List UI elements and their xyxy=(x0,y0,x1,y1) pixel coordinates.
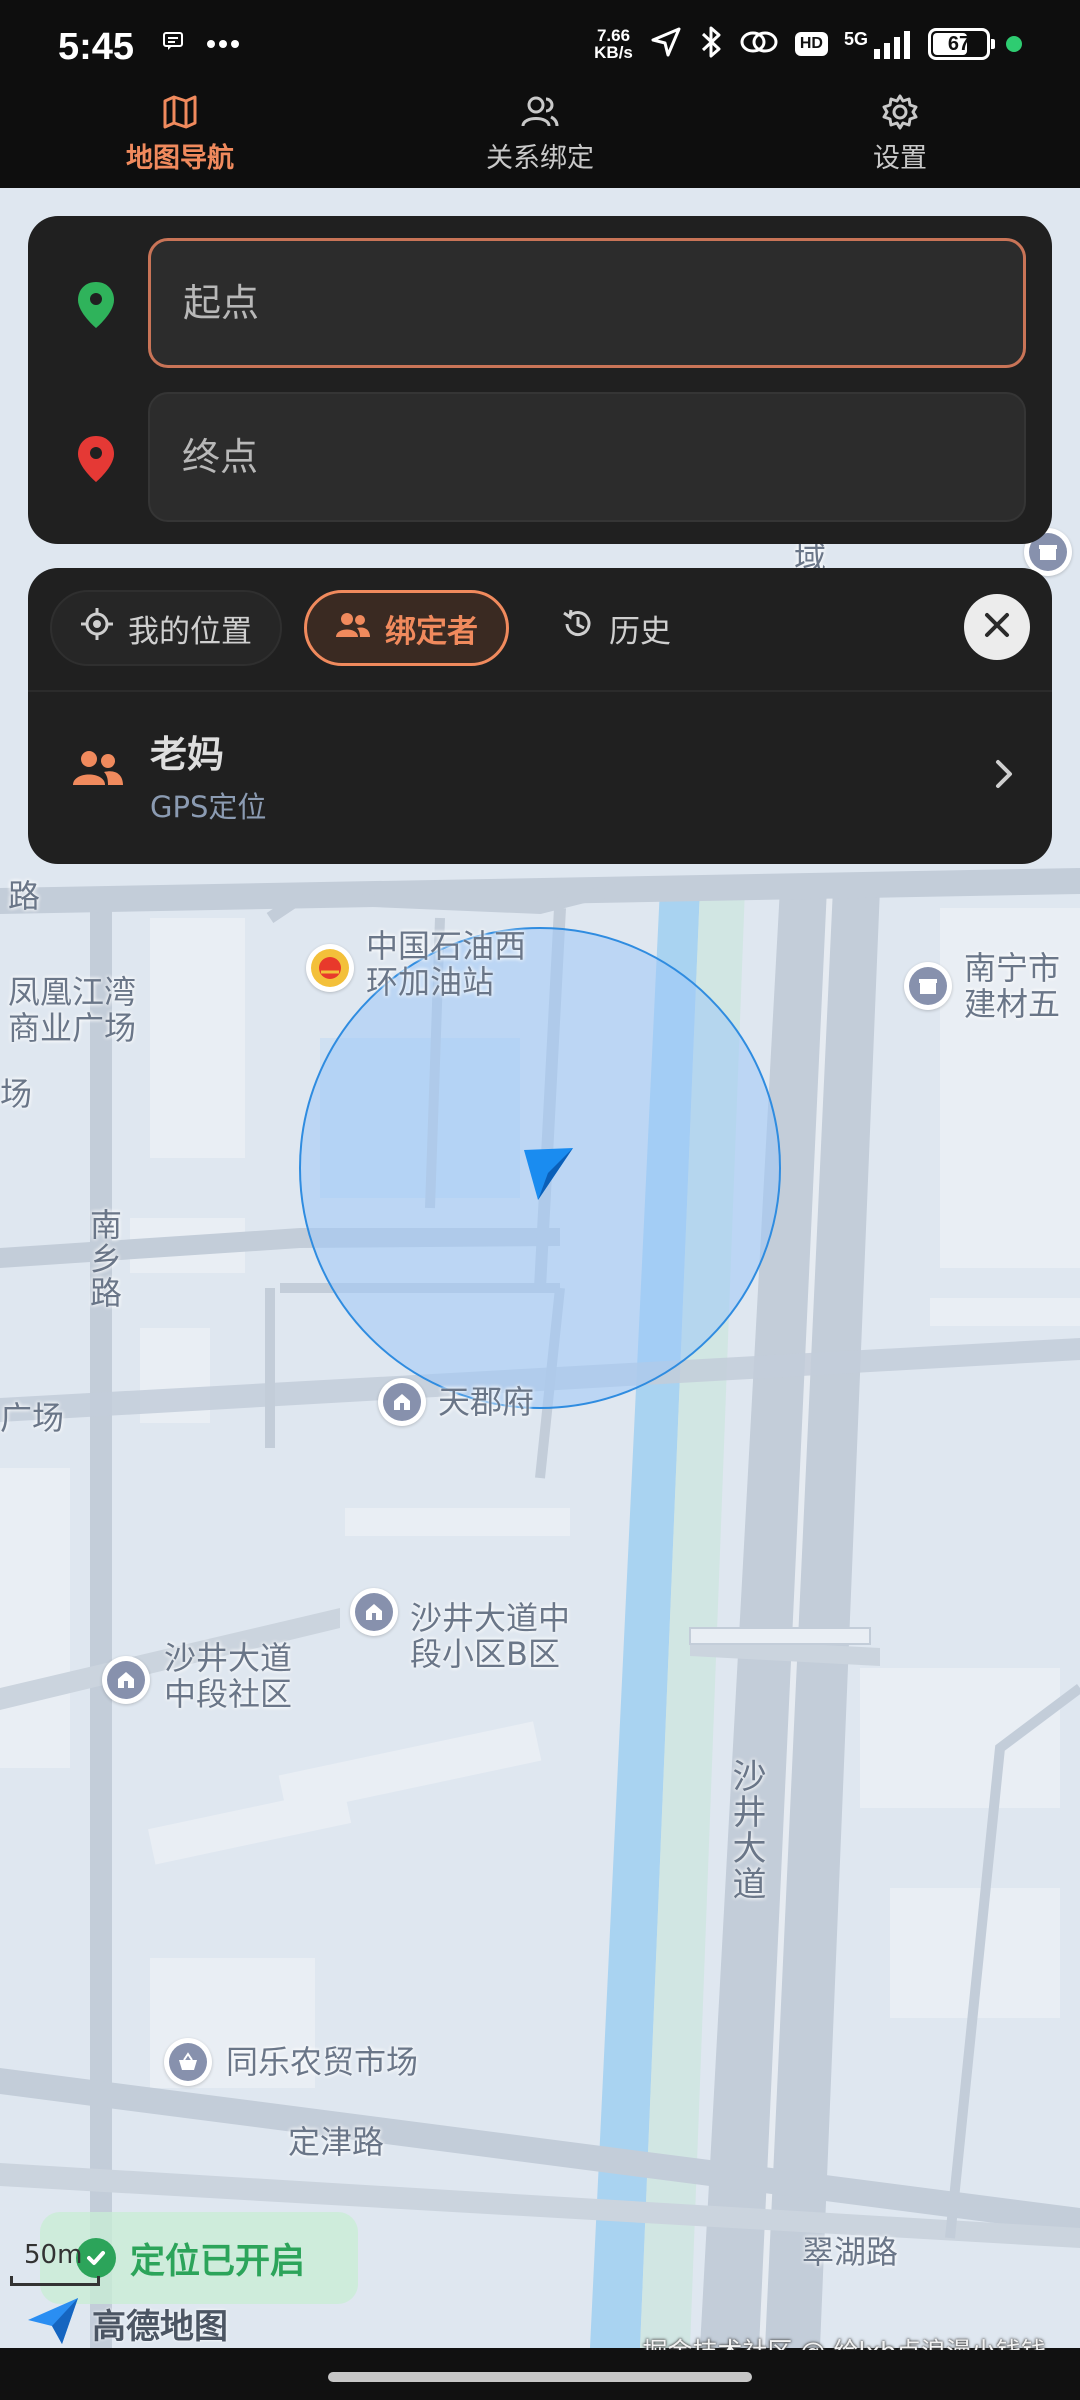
map-icon xyxy=(161,90,199,134)
map-label-dingjin-road: 定津路 xyxy=(288,2123,385,2161)
house-icon xyxy=(107,1661,145,1699)
users-icon xyxy=(520,90,560,134)
status-right-icons: 7.66 KB/s HD 5G 67 xyxy=(594,24,1022,64)
map-label-cuihu-road: 翠湖路 xyxy=(802,2233,899,2271)
group-icon xyxy=(335,610,371,646)
start-row xyxy=(28,238,1052,368)
market-poi-icon[interactable] xyxy=(164,2038,212,2086)
house-icon xyxy=(383,1383,421,1421)
building-poi-icon[interactable] xyxy=(904,962,952,1010)
tab-relation-binding[interactable]: 关系绑定 xyxy=(360,90,720,188)
amap-logo: 高德地图 xyxy=(24,2294,228,2352)
contact-subtitle: GPS定位 xyxy=(150,790,267,824)
bound-contact-row[interactable]: 老妈 GPS定位 xyxy=(28,692,1052,864)
more-dots-icon xyxy=(206,34,240,53)
map-label-tianjunfu: 天郡府 xyxy=(438,1383,535,1421)
gear-icon xyxy=(881,90,919,134)
end-pin-icon xyxy=(76,434,116,484)
residential-poi-icon[interactable] xyxy=(350,1588,398,1636)
message-icon xyxy=(162,30,184,56)
close-icon xyxy=(983,611,1011,643)
home-gesture-pill[interactable] xyxy=(328,2372,752,2382)
tab-settings[interactable]: 设置 xyxy=(720,90,1080,188)
basket-icon xyxy=(169,2043,207,2081)
signal-icon: 5G xyxy=(844,29,912,59)
end-point-input[interactable] xyxy=(148,392,1026,522)
location-arrow-icon xyxy=(649,25,683,63)
hd-badge: HD xyxy=(794,32,828,56)
tab-label: 设置 xyxy=(873,143,927,174)
end-row xyxy=(28,392,1052,522)
link-icon xyxy=(739,27,779,61)
map-label-shajing-community: 沙井大道 中段社区 xyxy=(164,1639,293,1713)
scale-bar xyxy=(10,2276,100,2286)
battery-indicator: 67 xyxy=(928,28,995,60)
map-label-tongle: 同乐农贸市场 xyxy=(226,2043,419,2081)
status-left-icons xyxy=(162,30,240,56)
my-location-chip[interactable]: 我的位置 xyxy=(50,590,282,666)
tab-map-navigation[interactable]: 地图导航 xyxy=(0,90,360,188)
privacy-indicator-dot xyxy=(1006,36,1022,52)
bluetooth-icon xyxy=(699,24,723,64)
map-label-shajing-b: 沙井大道中 段小区B区 xyxy=(410,1599,571,1673)
sinopec-logo-icon xyxy=(311,949,349,987)
amap-arrow-icon xyxy=(24,2294,82,2352)
history-icon xyxy=(561,607,595,649)
bind-panel: 我的位置 绑定者 历史 老妈 GPS定位 xyxy=(28,568,1052,864)
bound-users-chip[interactable]: 绑定者 xyxy=(304,590,509,666)
location-toast-text: 定位已开启 xyxy=(130,2241,306,2282)
chevron-right-icon xyxy=(994,758,1014,794)
map-label-nanxiang-road: 南乡路 xyxy=(85,1208,123,1310)
scale-label: 50m xyxy=(24,2240,83,2270)
chip-label: 历史 xyxy=(609,613,671,650)
map-label-guangchang: 广场 xyxy=(0,1399,65,1437)
network-speed: 7.66 KB/s xyxy=(594,26,633,62)
tab-label: 关系绑定 xyxy=(486,143,594,174)
close-panel-button[interactable] xyxy=(964,594,1030,660)
start-pin-icon xyxy=(76,280,116,330)
map-label-sinopec: 中国石油西 环加油站 xyxy=(366,927,527,1001)
map-label-shajing-road: 沙井大道 xyxy=(726,1758,766,1902)
map-scale: 50m xyxy=(10,2240,100,2286)
gas-station-poi-icon[interactable] xyxy=(306,944,354,992)
history-chip[interactable]: 历史 xyxy=(531,590,701,666)
residential-poi-icon[interactable] xyxy=(378,1378,426,1426)
status-time: 5:45 xyxy=(58,26,135,68)
chip-label: 绑定者 xyxy=(385,613,478,650)
locate-icon xyxy=(80,607,114,649)
chip-label: 我的位置 xyxy=(128,613,252,650)
map-label-field-left: 场 xyxy=(0,1075,33,1113)
shop-icon xyxy=(909,967,947,1005)
map-label-road-top-left: 路 xyxy=(8,877,41,915)
status-bar: 5:45 7.66 KB/s HD 5G 67 xyxy=(0,0,1080,90)
system-gesture-bar xyxy=(0,2350,1080,2400)
start-point-input[interactable] xyxy=(148,238,1026,368)
contact-name: 老妈 xyxy=(150,733,224,776)
house-icon xyxy=(355,1593,393,1631)
route-input-card xyxy=(28,216,1052,544)
amap-brand-text: 高德地图 xyxy=(92,2306,228,2347)
map-label-fenghuang: 凤凰江湾 商业广场 xyxy=(8,973,137,1047)
top-tab-bar: 地图导航 关系绑定 设置 xyxy=(0,90,1080,188)
community-poi-icon[interactable] xyxy=(102,1656,150,1704)
map-label-nanning: 南宁市 建材五 xyxy=(964,949,1061,1023)
source-chip-row: 我的位置 绑定者 历史 xyxy=(50,590,701,666)
contact-group-icon xyxy=(72,750,124,790)
tab-label: 地图导航 xyxy=(126,143,234,174)
